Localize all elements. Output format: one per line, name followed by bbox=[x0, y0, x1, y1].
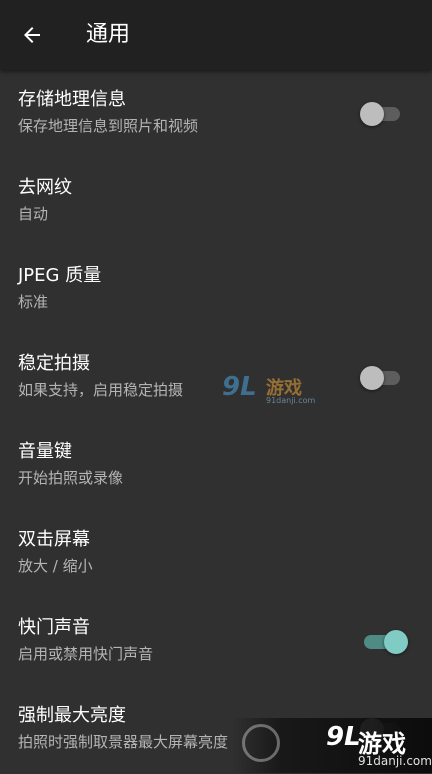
setting-subtitle: 自动 bbox=[18, 205, 49, 223]
setting-title: 快门声音 bbox=[18, 617, 90, 638]
watermark-url: 91danji.com bbox=[358, 754, 432, 768]
watermark-url: 91danji.com bbox=[266, 396, 316, 405]
setting-subtitle: 启用或禁用快门声音 bbox=[18, 645, 154, 663]
settings-list: 存储地理信息 保存地理信息到照片和视频 去网纹 自动 JPEG 质量 标准 稳定… bbox=[0, 70, 432, 773]
watermark-mark: 9L bbox=[222, 372, 257, 402]
setting-descreen[interactable]: 去网纹 自动 bbox=[0, 158, 432, 246]
setting-stabilization[interactable]: 稳定拍摄 如果支持，启用稳定拍摄 bbox=[0, 334, 432, 422]
setting-shutter-sound[interactable]: 快门声音 启用或禁用快门声音 bbox=[0, 598, 432, 686]
setting-jpeg-quality[interactable]: JPEG 质量 标准 bbox=[0, 246, 432, 334]
shutter-sound-toggle[interactable] bbox=[360, 628, 408, 654]
setting-title: 强制最大亮度 bbox=[18, 705, 126, 726]
setting-title: 双击屏幕 bbox=[18, 529, 90, 550]
setting-subtitle: 开始拍照或录像 bbox=[18, 469, 124, 487]
setting-title: 去网纹 bbox=[18, 177, 72, 198]
page-title: 通用 bbox=[86, 22, 131, 47]
back-button[interactable] bbox=[10, 13, 54, 57]
arrow-left-icon bbox=[24, 27, 40, 43]
setting-title: 稳定拍摄 bbox=[18, 353, 90, 374]
setting-title: 音量键 bbox=[18, 441, 72, 462]
toggle-thumb bbox=[360, 366, 384, 390]
watermark-circle-icon bbox=[242, 724, 280, 762]
setting-title: 存储地理信息 bbox=[18, 89, 126, 110]
stabilization-toggle[interactable] bbox=[360, 364, 404, 390]
setting-volume-keys[interactable]: 音量键 开始拍照或录像 bbox=[0, 422, 432, 510]
setting-subtitle: 保存地理信息到照片和视频 bbox=[18, 117, 199, 135]
setting-subtitle: 拍照时强制取景器最大屏幕亮度 bbox=[18, 733, 229, 751]
setting-subtitle: 标准 bbox=[18, 293, 49, 311]
store-location-toggle[interactable] bbox=[360, 100, 404, 126]
toggle-thumb bbox=[384, 630, 408, 654]
setting-title: JPEG 质量 bbox=[18, 265, 102, 286]
setting-subtitle: 放大 / 缩小 bbox=[18, 557, 93, 575]
setting-double-tap[interactable]: 双击屏幕 放大 / 缩小 bbox=[0, 510, 432, 598]
setting-store-location[interactable]: 存储地理信息 保存地理信息到照片和视频 bbox=[0, 70, 432, 158]
corner-watermark: 9L 游戏 91danji.com bbox=[232, 718, 432, 773]
watermark-mark: 9L bbox=[326, 722, 361, 752]
app-bar: 通用 bbox=[0, 0, 432, 70]
toggle-thumb bbox=[360, 102, 384, 126]
watermark-logo: 9L 游戏 91danji.com bbox=[222, 372, 322, 406]
setting-subtitle: 如果支持，启用稳定拍摄 bbox=[18, 381, 184, 399]
